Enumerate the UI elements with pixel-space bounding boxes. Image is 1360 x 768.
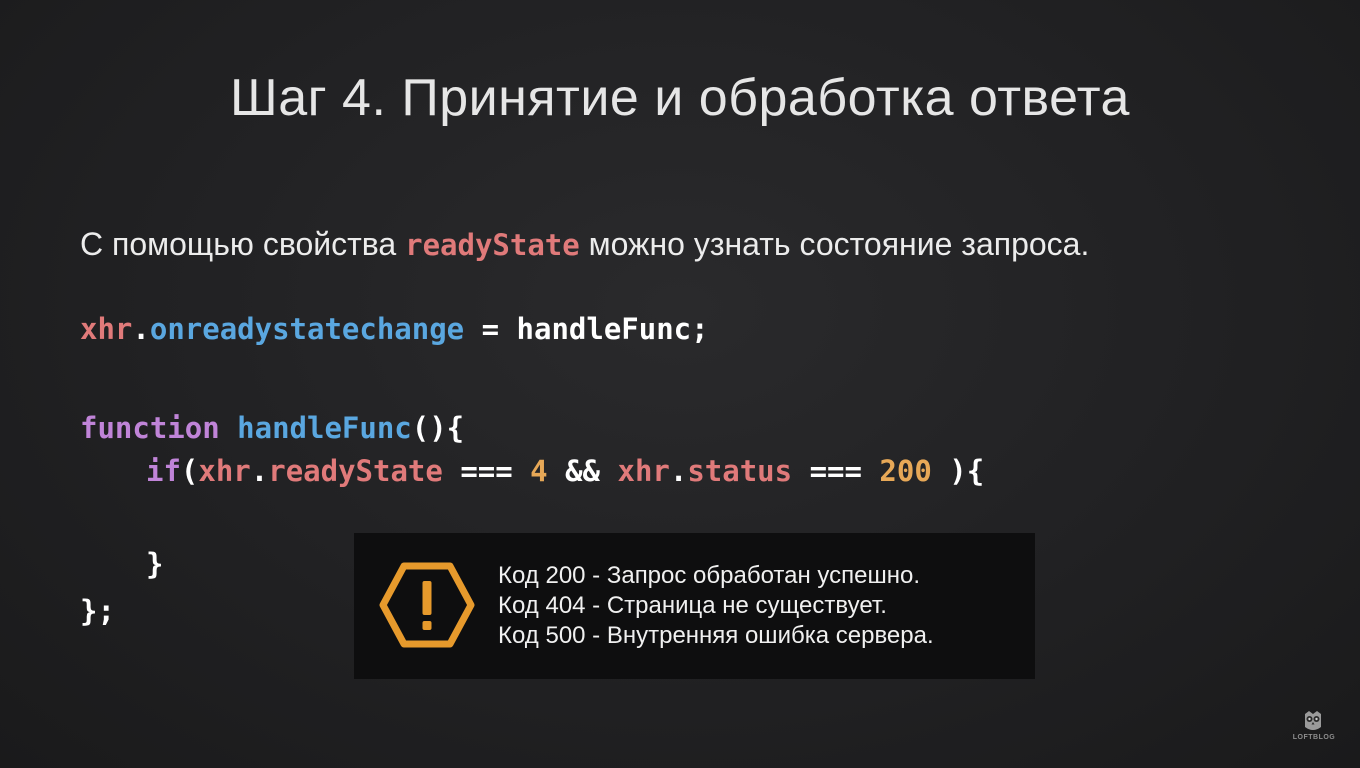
code-token-variable: xhr — [198, 454, 251, 488]
intro-text: С помощью свойства readyState можно узна… — [80, 226, 1089, 263]
status-code-200: Код 200 - Запрос обработан успешно. — [498, 562, 920, 589]
code-token-number: 200 — [879, 454, 932, 488]
code-token-keyword: if — [146, 454, 181, 488]
status-code-500: Код 500 - Внутренняя ошибка сервера. — [498, 622, 934, 649]
owl-logo-icon — [1305, 711, 1321, 730]
code-token-variable: xhr — [80, 312, 133, 346]
code-token-handler: handleFunc; — [516, 312, 709, 346]
intro-text-before: С помощью свойства — [80, 226, 406, 262]
code-token-keyword: function — [80, 411, 220, 445]
status-code-404: Код 404 - Страница не существует. — [498, 592, 887, 619]
code-token-operator: === — [792, 454, 880, 488]
code-token-operator: && — [547, 454, 618, 488]
code-token-property: status — [687, 454, 793, 488]
code-token-function-name: handleFunc — [237, 411, 412, 445]
intro-keyword: readyState — [405, 228, 580, 262]
code-token-operator: === — [442, 454, 531, 488]
code-token-property: readyState — [268, 454, 443, 488]
code-line-if: if(xhr.readyState === 4 && xhr.status ==… — [146, 457, 984, 486]
intro-text-after: можно узнать состояние запроса. — [579, 226, 1090, 262]
code-line-close-function: }; — [80, 594, 115, 628]
slide-title: Шаг 4. Принятие и обработка ответа — [230, 69, 1130, 127]
code-token-property: onreadystatechange — [149, 312, 465, 346]
code-token-number: 4 — [530, 454, 548, 488]
code-token-paren: ( — [180, 454, 199, 488]
code-token-dot: . — [132, 312, 150, 346]
loftblog-logo: LOFTBLOG — [1286, 710, 1342, 746]
warning-hexagon-icon — [379, 562, 475, 648]
logo-text: LOFTBLOG — [1292, 734, 1336, 741]
code-line-assign: xhr.onreadystatechange = handleFunc; — [80, 315, 709, 344]
status-codes-callout: Код 200 - Запрос обработан успешно. Код … — [354, 533, 1035, 679]
code-line-function: function handleFunc(){ — [80, 414, 464, 443]
code-line-close-if: } — [146, 547, 164, 581]
slide: Шаг 4. Принятие и обработка ответа С пом… — [0, 0, 1360, 768]
code-token-paren: (){ — [411, 411, 465, 445]
code-token-dot: . — [250, 454, 269, 488]
status-codes-list: Код 200 - Запрос обработан успешно. Код … — [498, 561, 934, 651]
code-token-paren: ){ — [931, 454, 985, 488]
code-token-dot: . — [669, 454, 688, 488]
code-token-variable: xhr — [617, 454, 670, 488]
code-token-operator: = — [464, 312, 517, 346]
